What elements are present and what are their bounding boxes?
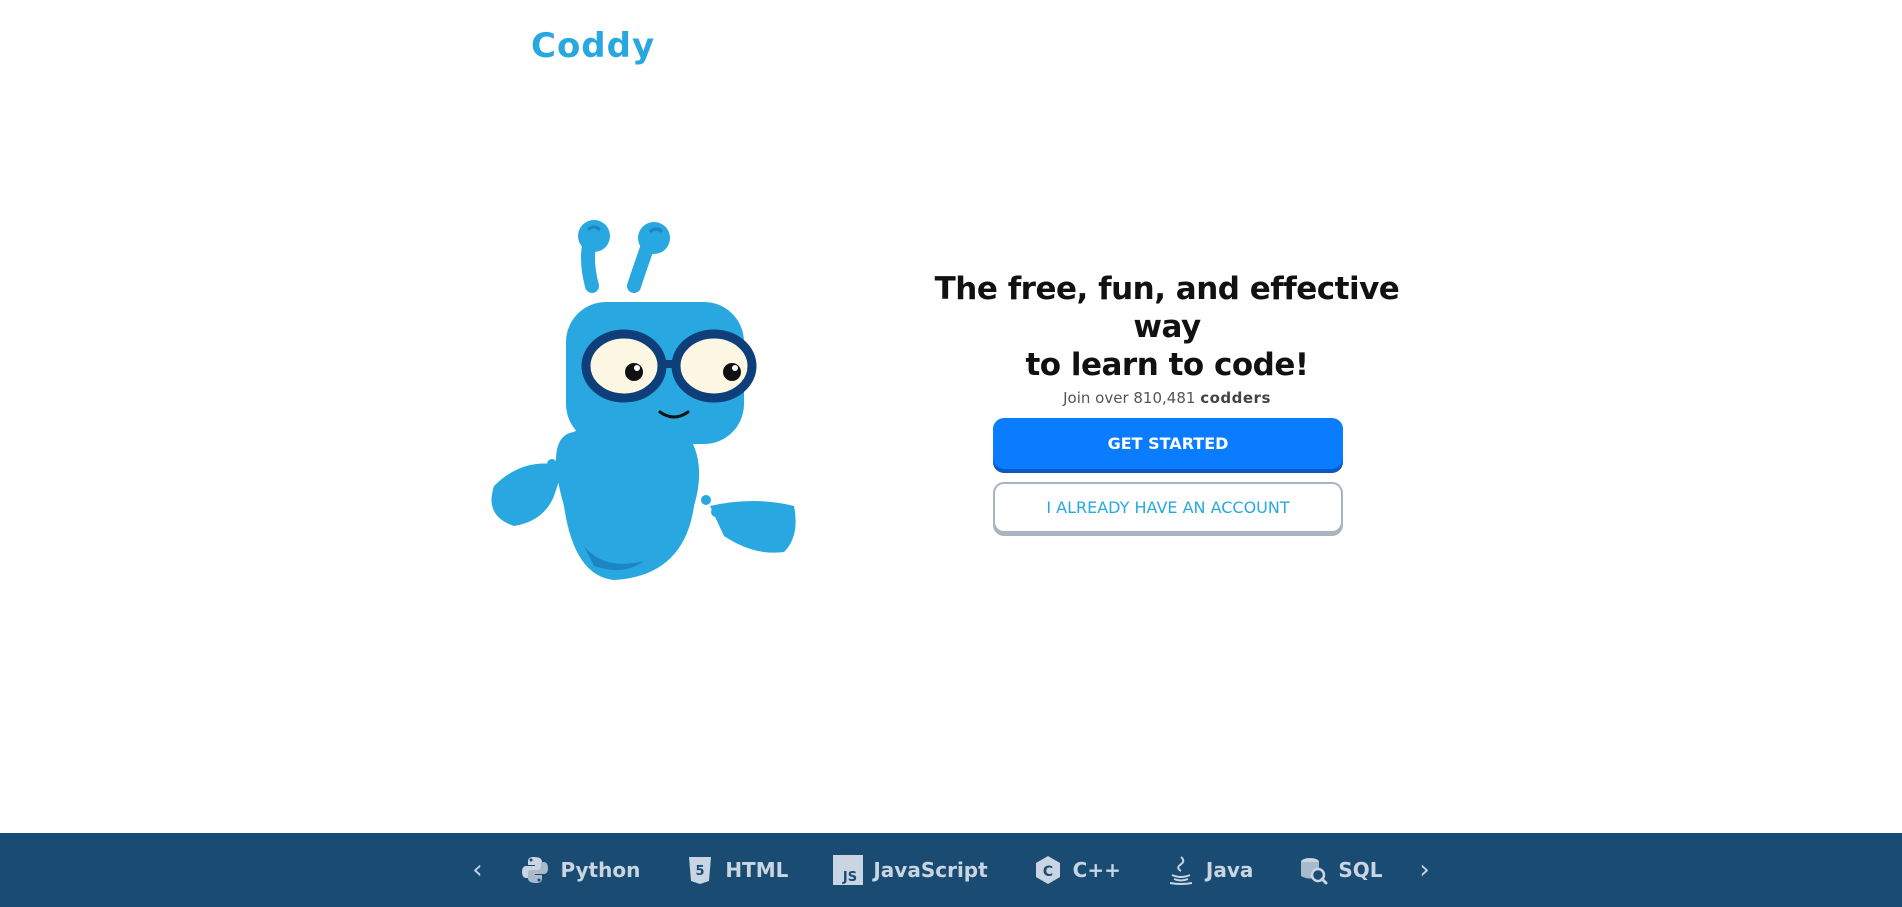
html5-icon: 5 [684, 854, 716, 886]
language-item-python[interactable]: Python [497, 854, 662, 886]
svg-text:JS: JS [842, 870, 857, 885]
cpp-icon: C [1032, 854, 1064, 886]
existing-account-button[interactable]: I ALREADY HAVE AN ACCOUNT [993, 482, 1343, 533]
coddy-mascot-illustration [491, 220, 796, 580]
join-brand-text: codders [1200, 389, 1271, 407]
language-item-html[interactable]: 5 HTML [662, 854, 810, 886]
hero-section: The free, fun, and effective way to lear… [900, 270, 1434, 384]
svg-text:5: 5 [696, 864, 705, 879]
python-icon [519, 854, 551, 886]
language-item-cpp[interactable]: C C++ [1010, 854, 1143, 886]
coddy-logo[interactable]: Coddy [531, 26, 655, 66]
javascript-icon: JS [832, 854, 864, 886]
svg-text:C: C [1043, 864, 1053, 880]
hero-headline: The free, fun, and effective way to lear… [934, 271, 1400, 383]
get-started-button[interactable]: GET STARTED [993, 418, 1343, 469]
join-counter: Join over 810,481 codders [993, 389, 1341, 407]
language-item-javascript[interactable]: JS JavaScript [810, 854, 1009, 886]
language-item-sql[interactable]: SQL [1275, 854, 1404, 886]
language-label: C++ [1072, 858, 1121, 882]
language-carousel: ‹ Python 5 HTML JS JavaScript C C++ Java… [457, 854, 1444, 886]
sql-icon [1297, 854, 1329, 886]
language-label: SQL [1338, 858, 1383, 882]
language-label: Java [1205, 858, 1254, 882]
language-item-java[interactable]: Java [1143, 854, 1275, 886]
language-label: Python [560, 858, 641, 882]
carousel-prev-icon[interactable]: ‹ [457, 855, 497, 885]
carousel-next-icon[interactable]: › [1405, 855, 1445, 885]
language-footer: ‹ Python 5 HTML JS JavaScript C C++ Java… [0, 833, 1902, 907]
language-label: JavaScript [873, 858, 988, 882]
java-icon [1165, 854, 1197, 886]
join-count-text: Join over 810,481 [1063, 389, 1196, 407]
language-label: HTML [725, 858, 789, 882]
